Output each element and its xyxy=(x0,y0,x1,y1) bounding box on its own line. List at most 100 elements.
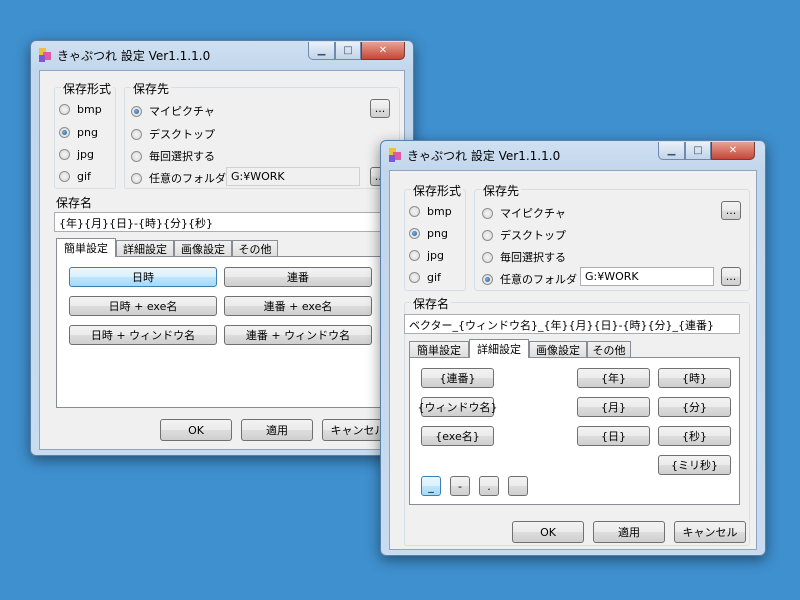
title-bar[interactable]: きゃぷつれ 設定 Ver1.1.1.0 ▁ □ ✕ xyxy=(381,141,765,169)
radio-gif[interactable]: gif xyxy=(409,271,441,284)
radio-my-pictures[interactable]: マイピクチャ xyxy=(131,103,215,119)
radio-jpg[interactable]: jpg xyxy=(59,148,94,161)
apply-button[interactable]: 適用 xyxy=(241,419,313,441)
radio-circle[interactable] xyxy=(59,149,70,160)
datetime-window-button[interactable]: 日時 + ウィンドウ名 xyxy=(69,325,217,345)
tab-other[interactable]: その他 xyxy=(232,240,278,257)
token-exe-button[interactable]: {exe名} xyxy=(421,426,494,446)
token-hour-button[interactable]: {時} xyxy=(658,368,731,388)
ok-button[interactable]: OK xyxy=(160,419,232,441)
maximize-button[interactable]: □ xyxy=(685,142,711,160)
radio-label: 任意のフォルダ xyxy=(500,273,577,286)
datetime-exe-button[interactable]: 日時 + exe名 xyxy=(69,296,217,316)
cancel-button[interactable]: キャンセル xyxy=(674,521,746,543)
token-millisecond-button[interactable]: {ミリ秒} xyxy=(658,455,731,475)
ok-button[interactable]: OK xyxy=(512,521,584,543)
token-year-button[interactable]: {年} xyxy=(577,368,650,388)
minimize-button[interactable]: ▁ xyxy=(658,142,685,160)
radio-label: マイピクチャ xyxy=(500,207,566,220)
radio-circle[interactable] xyxy=(409,272,420,283)
app-icon xyxy=(389,148,401,162)
radio-circle[interactable] xyxy=(59,127,70,138)
tab-panel: {連番} {ウィンドウ名} {exe名} {年} {時} {月} {分} {日}… xyxy=(409,357,740,505)
radio-circle[interactable] xyxy=(131,150,142,162)
radio-label: 毎回選択する xyxy=(149,150,215,163)
radio-png[interactable]: png xyxy=(409,227,448,240)
radio-circle[interactable] xyxy=(482,251,493,263)
app-icon xyxy=(39,48,51,62)
title-bar[interactable]: きゃぷつれ 設定 Ver1.1.1.0 ▁ □ ✕ xyxy=(31,41,413,69)
radio-circle[interactable] xyxy=(131,105,142,117)
radio-label: bmp xyxy=(427,205,452,218)
radio-custom-folder[interactable]: 任意のフォルダ xyxy=(482,271,577,287)
separator-underscore-button[interactable]: _ xyxy=(421,476,441,496)
filename-group-label: 保存名 xyxy=(54,194,95,211)
separator-dot-button[interactable]: . xyxy=(479,476,499,496)
radio-desktop[interactable]: デスクトップ xyxy=(482,227,566,243)
radio-my-pictures[interactable]: マイピクチャ xyxy=(482,205,566,221)
radio-circle[interactable] xyxy=(409,228,420,239)
token-second-button[interactable]: {秒} xyxy=(658,426,731,446)
client-area: 保存形式 bmp png jpg gif 保存先 マイピクチャ デスクトップ 毎… xyxy=(389,170,757,550)
radio-ask-every-time[interactable]: 毎回選択する xyxy=(482,249,566,265)
filename-input[interactable]: ベクター_{ウィンドウ名}_{年}{月}{日}-{時}{分}_{連番} xyxy=(404,314,740,334)
maximize-button[interactable]: □ xyxy=(335,42,361,60)
radio-label: png xyxy=(427,227,448,240)
radio-circle[interactable] xyxy=(482,273,493,285)
serial-exe-button[interactable]: 連番 + exe名 xyxy=(224,296,372,316)
radio-jpg[interactable]: jpg xyxy=(409,249,444,262)
browse-button[interactable]: ... xyxy=(721,201,741,220)
token-window-button[interactable]: {ウィンドウ名} xyxy=(418,397,498,417)
tab-image[interactable]: 画像設定 xyxy=(174,240,232,257)
radio-circle[interactable] xyxy=(59,171,70,182)
tab-detail[interactable]: 詳細設定 xyxy=(469,339,529,358)
radio-label: jpg xyxy=(77,148,95,161)
minimize-button[interactable]: ▁ xyxy=(308,42,335,60)
radio-png[interactable]: png xyxy=(59,126,98,139)
token-month-button[interactable]: {月} xyxy=(577,397,650,417)
radio-label: bmp xyxy=(77,103,102,116)
separator-hyphen-button[interactable]: - xyxy=(450,476,470,496)
folder-browse-button[interactable]: ... xyxy=(721,267,741,286)
radio-circle[interactable] xyxy=(409,206,420,217)
radio-label: png xyxy=(77,126,98,139)
radio-ask-every-time[interactable]: 毎回選択する xyxy=(131,148,215,164)
radio-circle[interactable] xyxy=(482,229,493,241)
radio-bmp[interactable]: bmp xyxy=(59,103,102,116)
separator-space-button[interactable] xyxy=(508,476,528,496)
radio-circle[interactable] xyxy=(59,104,70,115)
filename-input[interactable]: {年}{月}{日}-{時}{分}{秒} xyxy=(54,212,400,232)
format-group-label: 保存形式 xyxy=(61,80,114,97)
radio-gif[interactable]: gif xyxy=(59,170,91,183)
folder-path-field[interactable]: G:¥WORK xyxy=(226,167,360,186)
radio-bmp[interactable]: bmp xyxy=(409,205,452,218)
destination-group-label: 保存先 xyxy=(131,80,172,97)
folder-path-field[interactable]: G:¥WORK xyxy=(580,267,714,286)
serial-window-button[interactable]: 連番 + ウィンドウ名 xyxy=(224,325,372,345)
tab-image[interactable]: 画像設定 xyxy=(529,341,587,358)
close-button[interactable]: ✕ xyxy=(711,142,755,160)
settings-window-front: きゃぷつれ 設定 Ver1.1.1.0 ▁ □ ✕ 保存形式 bmp png j… xyxy=(380,140,766,556)
tab-simple[interactable]: 簡単設定 xyxy=(56,238,116,257)
token-serial-button[interactable]: {連番} xyxy=(421,368,494,388)
tab-simple[interactable]: 簡単設定 xyxy=(409,341,469,358)
token-minute-button[interactable]: {分} xyxy=(658,397,731,417)
browse-button[interactable]: ... xyxy=(370,99,390,118)
radio-custom-folder[interactable]: 任意のフォルダ xyxy=(131,170,226,186)
radio-circle[interactable] xyxy=(482,207,493,219)
radio-circle[interactable] xyxy=(131,172,142,184)
radio-circle[interactable] xyxy=(131,128,142,140)
window-title: きゃぷつれ 設定 Ver1.1.1.0 xyxy=(407,149,561,163)
tab-other[interactable]: その他 xyxy=(587,341,631,358)
radio-label: gif xyxy=(427,271,441,284)
serial-button[interactable]: 連番 xyxy=(224,267,372,287)
radio-circle[interactable] xyxy=(409,250,420,261)
token-day-button[interactable]: {日} xyxy=(577,426,650,446)
tab-detail[interactable]: 詳細設定 xyxy=(116,240,174,257)
apply-button[interactable]: 適用 xyxy=(593,521,665,543)
radio-label: 毎回選択する xyxy=(500,251,566,264)
radio-desktop[interactable]: デスクトップ xyxy=(131,126,215,142)
datetime-button[interactable]: 日時 xyxy=(69,267,217,287)
radio-label: 任意のフォルダ xyxy=(149,172,226,185)
close-button[interactable]: ✕ xyxy=(361,42,405,60)
